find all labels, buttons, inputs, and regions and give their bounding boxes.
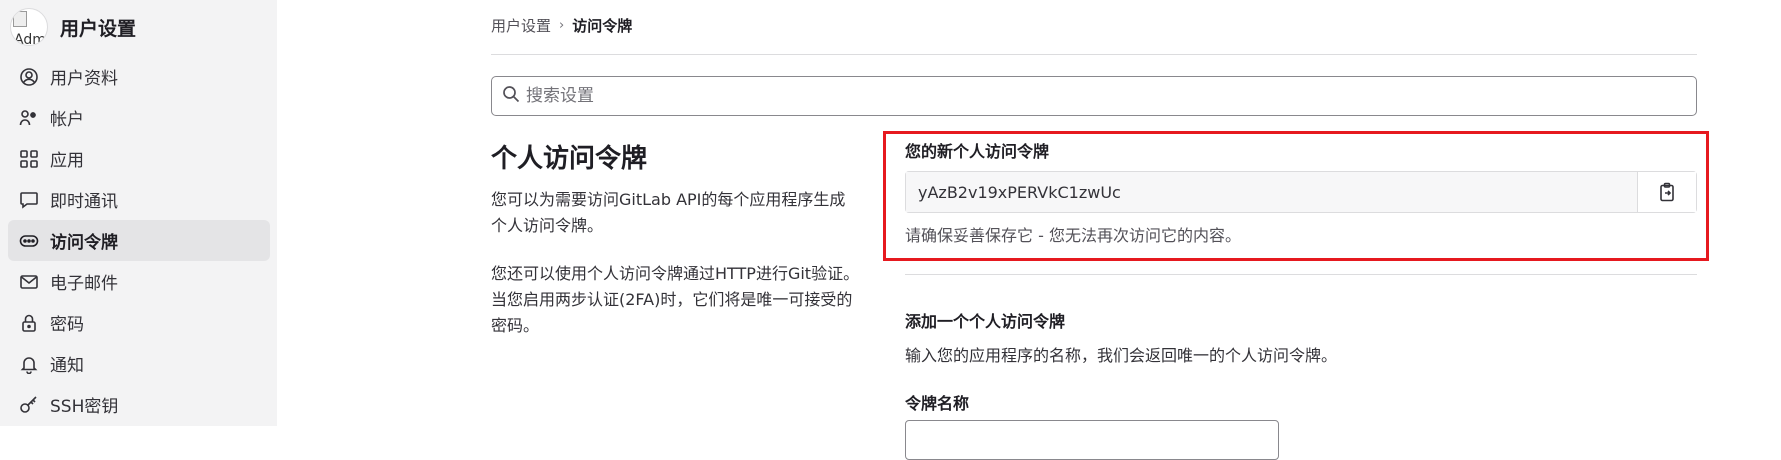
broken-image-icon xyxy=(13,11,27,27)
new-token-label: 您的新个人访问令牌 xyxy=(905,142,1050,161)
divider xyxy=(491,54,1697,55)
sidebar-item-label: 即时通讯 xyxy=(50,192,118,212)
clipboard-icon xyxy=(1660,182,1674,202)
search-input[interactable] xyxy=(526,86,1696,106)
sidebar-item-password[interactable]: 密码 xyxy=(8,302,270,343)
sidebar-item-label: 用户资料 xyxy=(50,69,118,89)
sidebar: Adm 用户设置 用户资料 帐户 应用 即时通讯 访问令牌 电子邮件 密码 通知… xyxy=(0,0,277,426)
sidebar-item-label: 通知 xyxy=(50,356,84,376)
bell-icon xyxy=(18,353,40,375)
sidebar-nav: 用户资料 帐户 应用 即时通讯 访问令牌 电子邮件 密码 通知 SSH密钥 xyxy=(8,56,270,425)
sidebar-item-label: 访问令牌 xyxy=(50,233,118,253)
token-name-label: 令牌名称 xyxy=(905,394,970,413)
sidebar-title: 用户设置 xyxy=(60,17,137,40)
sidebar-item-label: 帐户 xyxy=(50,110,84,130)
avatar[interactable]: Adm xyxy=(10,8,48,46)
sidebar-item-chat[interactable]: 即时通讯 xyxy=(8,179,270,220)
sidebar-item-account[interactable]: 帐户 xyxy=(8,97,270,138)
sidebar-item-ssh-keys[interactable]: SSH密钥 xyxy=(8,384,270,425)
sidebar-item-profile[interactable]: 用户资料 xyxy=(8,56,270,97)
breadcrumb: 用户设置 › 访问令牌 xyxy=(491,15,632,36)
add-token-description: 输入您的应用程序的名称，我们会返回唯一的个人访问令牌。 xyxy=(905,346,1338,365)
divider xyxy=(905,274,1697,275)
copy-button[interactable] xyxy=(1638,172,1696,212)
section-description-2fa: 您还可以使用个人访问令牌通过HTTP进行Git验证。 当您启用两步认证(2FA)… xyxy=(491,264,860,335)
sidebar-item-applications[interactable]: 应用 xyxy=(8,138,270,179)
search-box[interactable] xyxy=(491,76,1697,116)
add-token-title: 添加一个个人访问令牌 xyxy=(905,312,1066,331)
sidebar-item-label: 应用 xyxy=(50,151,84,171)
key-icon xyxy=(18,394,40,416)
section-intro: 个人访问令牌 您可以为需要访问GitLab API的每个应用程序生成个人访问令牌… xyxy=(491,138,861,361)
token-icon xyxy=(18,230,40,252)
lock-icon xyxy=(18,312,40,334)
sidebar-item-label: 密码 xyxy=(50,315,84,335)
sidebar-header: Adm 用户设置 xyxy=(10,8,136,46)
sidebar-item-label: 电子邮件 xyxy=(50,274,118,294)
breadcrumb-current: 访问令牌 xyxy=(572,17,633,35)
sidebar-item-emails[interactable]: 电子邮件 xyxy=(8,261,270,302)
chat-icon xyxy=(18,189,40,211)
applications-grid-icon xyxy=(18,148,40,170)
page-title: 个人访问令牌 xyxy=(491,144,648,174)
sidebar-item-notifications[interactable]: 通知 xyxy=(8,343,270,384)
search-icon xyxy=(502,85,520,107)
new-token-field: yAzB2v19xPERVkC1zwUc xyxy=(905,171,1697,213)
section-description: 您可以为需要访问GitLab API的每个应用程序生成个人访问令牌。 xyxy=(491,190,846,235)
account-icon xyxy=(18,107,40,129)
sidebar-item-access-tokens[interactable]: 访问令牌 xyxy=(8,220,270,261)
token-warning: 请确保妥善保存它 - 您无法再次访问它的内容。 xyxy=(905,226,1241,245)
mail-icon xyxy=(18,271,40,293)
sidebar-item-label: SSH密钥 xyxy=(50,397,119,417)
token-value[interactable]: yAzB2v19xPERVkC1zwUc xyxy=(906,172,1638,212)
token-name-input[interactable] xyxy=(905,420,1279,460)
user-circle-icon xyxy=(18,66,40,88)
breadcrumb-separator: › xyxy=(559,18,565,33)
breadcrumb-parent[interactable]: 用户设置 xyxy=(491,15,551,36)
avatar-alt-text: Adm xyxy=(14,32,46,46)
